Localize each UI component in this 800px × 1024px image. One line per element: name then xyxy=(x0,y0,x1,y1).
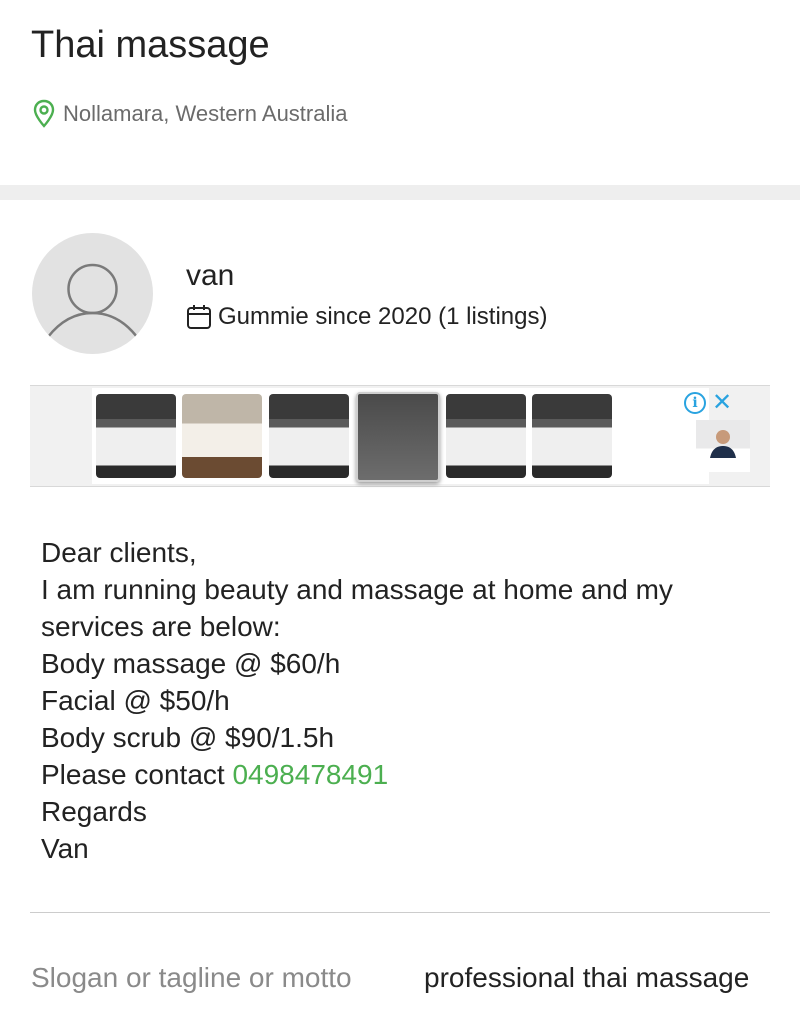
ad-image-bed[interactable] xyxy=(269,394,349,478)
seller-name[interactable]: van xyxy=(186,259,234,293)
ad-image-bed[interactable] xyxy=(446,394,526,478)
seller-member-info: Gummie since 2020 (1 listings) xyxy=(186,303,547,331)
section-divider xyxy=(30,912,770,913)
slogan-label: Slogan or tagline or motto xyxy=(31,962,352,993)
description-line: Facial @ $50/h xyxy=(41,685,230,716)
description-line: I am running beauty and massage at home … xyxy=(41,574,673,605)
location-pin-icon xyxy=(33,99,55,128)
user-placeholder-icon xyxy=(47,263,138,338)
contact-prefix: Please contact xyxy=(41,759,233,790)
phone-link[interactable]: 0498478491 xyxy=(232,759,388,790)
close-icon[interactable]: ✕ xyxy=(712,391,732,415)
ad-image-model[interactable] xyxy=(356,392,440,482)
description-line: Body scrub @ $90/1.5h xyxy=(41,722,335,753)
description-line: services are below: xyxy=(41,611,281,642)
ad-banner: i ✕ xyxy=(30,385,770,487)
listing-title: Thai massage xyxy=(31,24,270,66)
ad-image-bed[interactable] xyxy=(96,394,176,478)
location-text: Nollamara, Western Australia xyxy=(63,101,348,126)
slogan-value: professional thai massage xyxy=(424,962,750,993)
contact-line: Please contact 0498478491 xyxy=(41,756,761,793)
ad-image-person[interactable] xyxy=(696,420,750,472)
info-icon[interactable]: i xyxy=(684,392,706,414)
listing-description: Dear clients, I am running beauty and ma… xyxy=(41,534,761,867)
signature-line: Van xyxy=(41,833,89,864)
section-divider xyxy=(0,185,800,200)
description-line: Dear clients, xyxy=(41,537,197,568)
person-thumbnail-icon xyxy=(710,430,736,458)
member-since-text: Gummie since 2020 (1 listings) xyxy=(218,303,548,330)
ad-image-bed[interactable] xyxy=(532,394,612,478)
ad-content[interactable]: i ✕ xyxy=(92,388,750,484)
ad-controls: i ✕ xyxy=(684,391,732,415)
closing-line: Regards xyxy=(41,796,147,827)
description-line: Body massage @ $60/h xyxy=(41,648,341,679)
seller-avatar[interactable] xyxy=(32,233,153,354)
listing-location[interactable]: Nollamara, Western Australia xyxy=(33,99,348,129)
ad-image-room[interactable] xyxy=(182,394,262,478)
calendar-icon xyxy=(187,305,211,329)
